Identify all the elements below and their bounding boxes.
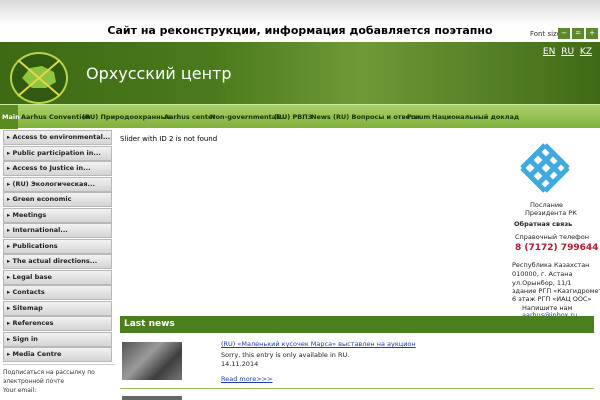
- nav-forum[interactable]: Forum: [407, 105, 430, 129]
- sidebar-item-publications[interactable]: ▸ Publications: [3, 238, 112, 254]
- news-thumbnail-2[interactable]: [122, 396, 182, 400]
- phone-number: 8 (7172) 799644: [515, 243, 599, 253]
- nav-aarhus-center[interactable]: Aarhus center: [164, 105, 216, 129]
- nav-aarhus-convention[interactable]: Aarhus Convention: [21, 105, 91, 129]
- address-line-3: ул.Орынбор, 11/1: [512, 279, 572, 287]
- address-line-1: Республика Казахстан: [512, 261, 590, 269]
- emblem-caption-1: Послание: [530, 201, 564, 209]
- sidebar-item-actual-directions[interactable]: ▸ The actual directions...: [3, 254, 112, 269]
- phone-label: Справочный телефон: [515, 233, 589, 241]
- nav-main[interactable]: Main: [0, 105, 20, 129]
- subscribe-text: Подписаться на рассылку по электронной п…: [3, 369, 95, 385]
- sidebar-menu: ▸ Access to environmental... ▸ Public pa…: [3, 130, 112, 363]
- last-news-title: Last news: [124, 319, 175, 329]
- news-headline-link[interactable]: (RU) «Маленький кусочек Марса» выставлен…: [221, 340, 416, 348]
- sidebar-item-international[interactable]: ▸ International...: [3, 223, 112, 238]
- address-line-4: здание РГП «Казгидромет»,: [512, 287, 600, 295]
- language-switcher: EN RU KZ: [540, 47, 592, 57]
- sidebar-item-media-centre[interactable]: ▸ Media Centre: [3, 347, 112, 362]
- sidebar-item-ecological[interactable]: ▸ (RU) Экологическая...: [3, 176, 112, 192]
- email-label: Your email:: [3, 387, 37, 394]
- sidebar-item-references[interactable]: ▸ References: [3, 316, 112, 331]
- lang-en-link[interactable]: EN: [543, 47, 555, 57]
- sidebar-item-green-economic[interactable]: ▸ Green economic: [3, 192, 112, 207]
- nav-national-report[interactable]: Национальный доклад: [432, 105, 519, 129]
- font-increase-button[interactable]: +: [586, 28, 598, 39]
- font-decrease-button[interactable]: −: [558, 28, 570, 39]
- reconstruction-notice: Сайт на реконструкции, информация добавл…: [107, 24, 493, 37]
- nav-rvpz[interactable]: (RU) РВПЗ: [274, 105, 312, 129]
- sidebar-item-access-justice[interactable]: ▸ Access to Justice in...: [3, 161, 112, 176]
- sidebar-item-access-environmental[interactable]: ▸ Access to environmental...: [3, 130, 112, 145]
- main-nav: Main Aarhus Convention (RU) Природоохран…: [0, 104, 600, 129]
- nav-news[interactable]: News: [311, 105, 331, 129]
- address-line-2: 010000, г. Астана: [512, 270, 573, 278]
- site-header: Орхусский центр EN RU KZ: [0, 42, 600, 104]
- font-reset-button[interactable]: =: [572, 28, 584, 39]
- slider-message: Slider with ID 2 is not found: [120, 135, 218, 143]
- aarhus-logo[interactable]: [10, 52, 68, 104]
- emblem-caption-2: Президента РК: [525, 209, 577, 217]
- news-date: 14.11.2014: [221, 360, 259, 368]
- sidebar-item-sitemap[interactable]: ▸ Sitemap: [3, 300, 112, 316]
- president-address-emblem[interactable]: [512, 135, 578, 201]
- sidebar-item-public-participation[interactable]: ▸ Public participation in...: [3, 145, 112, 161]
- sidebar-item-legal-base[interactable]: ▸ Legal base: [3, 269, 112, 285]
- font-size-label: Font size: [530, 30, 562, 38]
- site-title: Орхусский центр: [86, 64, 232, 83]
- feedback-link[interactable]: Обратная связь: [514, 220, 572, 228]
- sidebar-item-meetings[interactable]: ▸ Meetings: [3, 207, 112, 223]
- sidebar-item-contacts[interactable]: ▸ Contacts: [3, 285, 112, 300]
- news-thumbnail[interactable]: [122, 342, 182, 380]
- last-news-bar: [120, 316, 594, 333]
- sidebar-item-sign-in[interactable]: ▸ Sign in: [3, 331, 112, 347]
- read-more-link[interactable]: Read more>>>: [221, 375, 273, 383]
- news-body: Sorry, this entry is only available in R…: [221, 351, 350, 359]
- news-divider: [120, 388, 594, 389]
- lang-ru-link[interactable]: RU: [561, 47, 574, 57]
- lang-kz-link[interactable]: KZ: [580, 47, 592, 57]
- subscribe-box: Подписаться на рассылку по электронной п…: [3, 364, 115, 395]
- address-line-5: 6 этаж РГП «ИАЦ ООС»: [512, 295, 592, 303]
